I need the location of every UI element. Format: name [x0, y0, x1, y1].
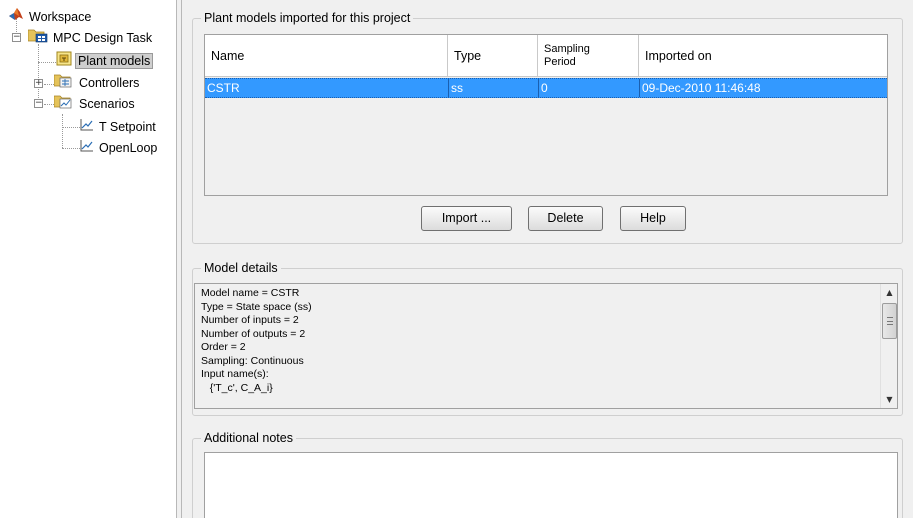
model-details-text[interactable]: Model name = CSTR Type = State space (ss…	[194, 283, 898, 409]
cell-name[interactable]: CSTR	[205, 79, 448, 97]
plant-models-panel: Plant models imported for this project N…	[182, 0, 913, 518]
detail-line: {'T_c', C_A_i}	[201, 381, 273, 394]
tree-item-label: Scenarios	[79, 97, 135, 112]
tree-item-workspace[interactable]: Workspace	[8, 8, 93, 26]
scenarios-icon	[53, 94, 74, 114]
cell-sampling-period[interactable]: 0	[538, 79, 639, 97]
model-details-lines: Model name = CSTR Type = State space (ss…	[201, 287, 312, 395]
expand-toggle-controllers[interactable]: +	[34, 79, 43, 88]
additional-notes-textarea[interactable]	[204, 452, 898, 518]
tree-item-controllers[interactable]: Controllers	[53, 73, 141, 93]
scroll-up-arrow-icon[interactable]: ▲	[881, 284, 897, 301]
tree-item-label: Workspace	[29, 10, 92, 24]
collapse-toggle-mpc-task[interactable]: −	[12, 33, 21, 42]
help-button[interactable]: Help	[620, 206, 686, 231]
tree-item-t-setpoint[interactable]: T Setpoint	[80, 118, 158, 136]
project-tree[interactable]: Workspace − MPC Design Task Plant models…	[0, 0, 176, 518]
column-header-name[interactable]: Name	[205, 35, 448, 77]
model-details-group-title: Model details	[201, 261, 281, 275]
scroll-down-arrow-icon[interactable]: ▼	[881, 391, 897, 408]
tree-item-plant-models[interactable]: Plant models	[56, 51, 154, 71]
table-header: Name Type Sampling Period Imported on	[205, 35, 887, 77]
detail-line: Sampling: Continuous	[201, 354, 304, 367]
column-header-sampling-period[interactable]: Sampling Period	[538, 35, 639, 77]
plant-models-group-title: Plant models imported for this project	[201, 11, 414, 25]
tree-item-label: T Setpoint	[99, 120, 156, 134]
plant-models-table[interactable]: Name Type Sampling Period Imported on CS…	[204, 34, 888, 196]
detail-line: Order = 2	[201, 341, 246, 353]
detail-line: Number of inputs = 2	[201, 314, 299, 326]
controllers-icon	[53, 73, 74, 93]
detail-line: Model name = CSTR	[201, 287, 300, 299]
delete-button[interactable]: Delete	[528, 206, 603, 231]
tree-item-label: MPC Design Task	[53, 31, 153, 46]
column-header-type[interactable]: Type	[448, 35, 538, 77]
scroll-thumb[interactable]	[882, 303, 897, 339]
detail-line: Number of outputs = 2	[201, 327, 306, 340]
scenario-plot-icon	[80, 139, 94, 157]
import-button[interactable]: Import ...	[421, 206, 512, 231]
tree-item-openloop[interactable]: OpenLoop	[80, 139, 159, 157]
scenario-plot-icon	[80, 118, 94, 136]
cell-type[interactable]: ss	[448, 79, 538, 97]
additional-notes-group-title: Additional notes	[201, 431, 296, 445]
tree-item-label: Plant models	[75, 53, 154, 70]
tree-item-label: OpenLoop	[99, 141, 158, 155]
table-row[interactable]: CSTR ss 0 09-Dec-2010 11:46:48	[205, 78, 887, 98]
collapse-toggle-scenarios[interactable]: −	[34, 99, 43, 108]
cell-imported-on[interactable]: 09-Dec-2010 11:46:48	[639, 79, 887, 97]
column-header-imported-on[interactable]: Imported on	[639, 35, 889, 77]
detail-line: Type = State space (ss)	[201, 300, 312, 313]
mpc-task-icon	[27, 28, 48, 48]
plant-models-icon	[56, 51, 72, 71]
details-scrollbar[interactable]: ▲ ▼	[880, 284, 897, 408]
grip-icon	[887, 317, 893, 325]
tree-item-label: Controllers	[79, 76, 140, 91]
detail-line: Input name(s):	[201, 368, 269, 380]
matlab-logo-icon	[8, 7, 24, 26]
tree-item-scenarios[interactable]: Scenarios	[53, 94, 137, 114]
tree-item-mpc-design-task[interactable]: MPC Design Task	[27, 28, 154, 48]
